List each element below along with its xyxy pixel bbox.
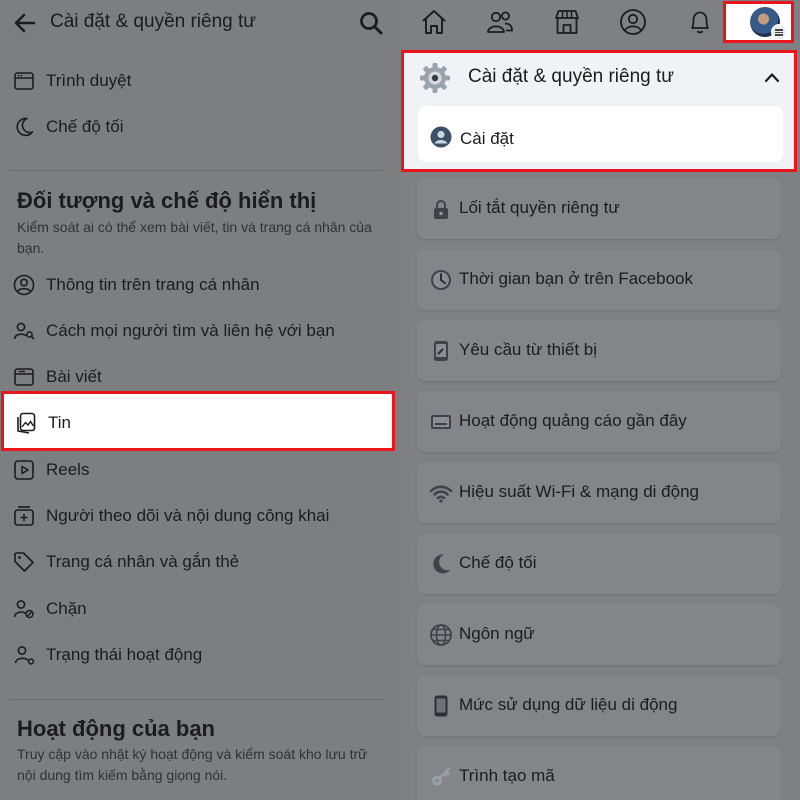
story-icon <box>17 412 36 434</box>
hamburger-menu-icon <box>771 24 787 40</box>
search-icon[interactable] <box>358 10 384 36</box>
moon-icon <box>16 117 34 137</box>
menu-card-label: Yêu cầu từ thiết bị <box>459 340 598 359</box>
menu-card-time-on-facebook[interactable]: Thời gian bạn ở trên Facebook <box>417 249 781 310</box>
wifi-icon <box>429 485 453 503</box>
menu-item-dark-mode[interactable]: Chế độ tối <box>0 107 400 147</box>
menu-item-how-people-find-you[interactable]: Cách mọi người tìm và liên hệ với bạn <box>0 311 400 351</box>
activity-section-description: Truy cập vào nhật ký hoạt động và kiểm s… <box>17 746 368 783</box>
moon-icon <box>433 554 451 574</box>
menu-panel-right: Cài đặt & quyền riêng tư Cài đặt Lối tắt… <box>400 0 800 800</box>
phone-icon <box>434 695 448 717</box>
menu-item-label: Trạng thái hoạt động <box>46 645 203 664</box>
reels-icon <box>14 460 34 480</box>
menu-card-label: Trình tạo mã <box>459 766 555 785</box>
home-icon[interactable] <box>419 7 449 37</box>
tag-icon <box>14 552 34 572</box>
menu-card-wifi-mobile-performance[interactable]: Hiệu suất Wi-Fi & mạng di động <box>417 462 781 523</box>
menu-card-label: Mức sử dụng dữ liệu di động <box>459 695 678 714</box>
person-circle-icon <box>13 274 35 296</box>
person-avatar-icon <box>430 126 452 148</box>
settings-item-card[interactable]: Cài đặt <box>418 106 783 162</box>
menu-card-label: Thời gian bạn ở trên Facebook <box>459 269 693 288</box>
top-navigation-bar <box>400 0 800 46</box>
menu-item-stories-highlighted[interactable]: Tin <box>1 391 395 451</box>
active-status-icon <box>14 646 35 665</box>
menu-item-label: Trình duyệt <box>46 71 132 90</box>
menu-item-reels[interactable]: Reels <box>0 450 400 490</box>
avatar-menu-highlighted[interactable] <box>723 1 794 43</box>
settings-group-title: Cài đặt & quyền riêng tư <box>468 66 675 87</box>
settings-privacy-group-highlighted[interactable]: Cài đặt & quyền riêng tư Cài đặt <box>401 50 797 172</box>
menu-card-dark-mode[interactable]: Chế độ tối <box>417 533 781 594</box>
menu-item-blocking[interactable]: Chặn <box>0 589 400 629</box>
settings-privacy-page-left: Cài đặt & quyền riêng tư Trình duyệt Chế… <box>0 0 400 800</box>
menu-item-label: Trang cá nhân và gắn thẻ <box>46 552 240 571</box>
menu-item-followers-public-content[interactable]: Người theo dõi và nội dung công khai <box>0 496 400 536</box>
gear-icon <box>420 63 450 93</box>
globe-icon <box>430 624 452 646</box>
clock-icon <box>431 270 451 290</box>
menu-card-label: Chế độ tối <box>459 553 537 572</box>
page-header: Cài đặt & quyền riêng tư <box>0 0 400 48</box>
menu-item-label: Reels <box>46 460 90 479</box>
menu-item-label: Chặn <box>46 599 87 618</box>
browser-icon <box>14 72 34 90</box>
lock-icon <box>434 200 448 219</box>
person-search-icon <box>13 322 35 340</box>
menu-item-browser[interactable]: Trình duyệt <box>0 61 400 101</box>
audience-section-description: Kiểm soát ai có thể xem bài viết, tin và… <box>17 219 372 256</box>
menu-item-label: Tin <box>48 413 71 432</box>
section-divider <box>10 170 383 171</box>
followers-icon <box>14 506 34 526</box>
audience-section-title: Đối tượng và chế độ hiển thị <box>17 188 317 213</box>
menu-card-code-generator[interactable]: Trình tạo mã <box>417 746 781 800</box>
menu-item-label: Cách mọi người tìm và liên hệ với bạn <box>46 321 335 340</box>
menu-card-recent-ad-activity[interactable]: Hoạt động quảng cáo gần đây <box>417 391 781 452</box>
menu-card-language[interactable]: Ngôn ngữ <box>417 604 781 665</box>
post-icon <box>14 368 34 386</box>
key-icon <box>432 767 451 786</box>
friends-icon[interactable] <box>485 7 515 37</box>
menu-card-privacy-shortcuts[interactable]: Lối tắt quyền riêng tư <box>417 178 781 239</box>
menu-item-label: Chế độ tối <box>46 117 124 136</box>
menu-card-mobile-data-usage[interactable]: Mức sử dụng dữ liệu di động <box>417 675 781 736</box>
menu-item-label: Người theo dõi và nội dung công khai <box>46 506 330 525</box>
menu-card-label: Hiệu suất Wi-Fi & mạng di động <box>459 482 699 501</box>
device-request-icon <box>434 341 448 361</box>
menu-item-active-status[interactable]: Trạng thái hoạt động <box>0 635 400 675</box>
settings-item-label: Cài đặt <box>460 129 514 148</box>
bell-icon[interactable] <box>685 7 715 37</box>
menu-item-label: Thông tin trên trang cá nhân <box>46 275 260 294</box>
ad-activity-icon <box>431 415 451 429</box>
block-person-icon <box>13 600 34 619</box>
section-divider <box>10 699 383 700</box>
chevron-up-icon[interactable] <box>764 70 780 84</box>
menu-item-label: Bài viết <box>46 367 102 386</box>
menu-card-label: Ngôn ngữ <box>459 624 535 643</box>
menu-item-profile-info[interactable]: Thông tin trên trang cá nhân <box>0 265 400 305</box>
profile-icon[interactable] <box>618 7 648 37</box>
activity-section-title: Hoạt động của bạn <box>17 716 215 741</box>
menu-card-label: Hoạt động quảng cáo gần đây <box>459 411 687 430</box>
menu-item-profile-tagging[interactable]: Trang cá nhân và gắn thẻ <box>0 542 400 582</box>
page-title: Cài đặt & quyền riêng tư <box>50 11 257 32</box>
menu-card-label: Lối tắt quyền riêng tư <box>459 198 620 217</box>
marketplace-icon[interactable] <box>552 7 582 37</box>
back-arrow-icon[interactable] <box>12 10 38 36</box>
menu-card-device-requests[interactable]: Yêu cầu từ thiết bị <box>417 320 781 381</box>
